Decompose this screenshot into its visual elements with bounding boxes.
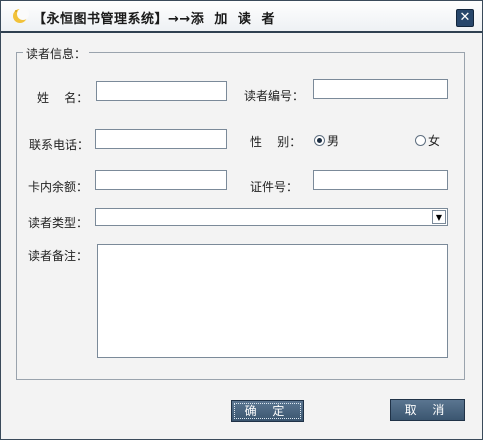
title-bar[interactable]: 【永恒图书管理系统】→→添 加 读 者 ✕: [1, 1, 482, 33]
id-no-label: 证件号：: [250, 180, 299, 194]
close-button[interactable]: ✕: [456, 9, 474, 27]
ok-button[interactable]: 确 定: [231, 400, 304, 422]
phone-input[interactable]: [95, 129, 227, 149]
balance-label: 卡内余额：: [28, 180, 89, 194]
window-title: 【永恒图书管理系统】→→添 加 读 者: [33, 12, 275, 27]
type-label: 读者类型：: [28, 216, 89, 230]
gender-male-label[interactable]: 男: [327, 132, 339, 149]
cancel-button[interactable]: 取 消: [390, 399, 465, 421]
dropdown-arrow-icon[interactable]: ▼: [432, 210, 446, 224]
gender-female-radio[interactable]: [415, 135, 426, 146]
balance-input[interactable]: [95, 170, 227, 190]
reader-no-input[interactable]: [313, 79, 448, 99]
close-icon: ✕: [459, 10, 471, 25]
name-label: 姓 名：: [37, 91, 89, 105]
name-input[interactable]: [96, 81, 227, 101]
add-reader-dialog: 【永恒图书管理系统】→→添 加 读 者 ✕ 读者信息： 姓 名： 读者编号： 联…: [0, 0, 483, 440]
phone-label: 联系电话：: [29, 138, 90, 152]
reader-no-label: 读者编号：: [244, 89, 305, 103]
id-no-input[interactable]: [313, 170, 448, 190]
reader-type-select[interactable]: ▼: [95, 208, 448, 226]
app-moon-icon: [11, 7, 29, 25]
gender-female-label[interactable]: 女: [428, 132, 440, 149]
notes-label: 读者备注：: [28, 249, 89, 263]
reader-info-legend: 读者信息：: [23, 45, 90, 62]
gender-label: 性 别：: [250, 135, 302, 149]
notes-textarea[interactable]: [97, 244, 448, 358]
gender-male-radio[interactable]: [314, 135, 325, 146]
